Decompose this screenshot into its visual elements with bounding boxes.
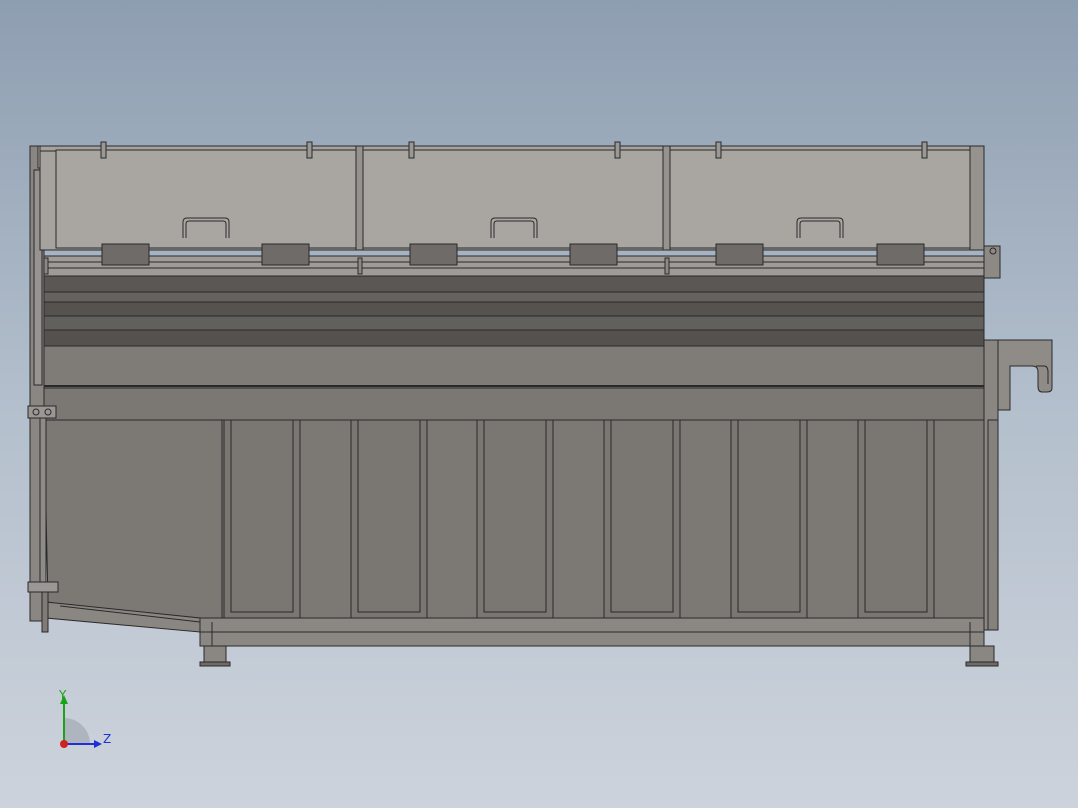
top-rail-band [43, 275, 985, 293]
hinge-block [569, 243, 618, 266]
wall-panel [730, 419, 808, 619]
upper-body-band [43, 345, 985, 389]
x-axis-dot [60, 740, 68, 748]
wall-panel [603, 419, 681, 619]
hinge-block [261, 243, 310, 266]
y-axis-label: Y [59, 688, 67, 702]
hinge-rail [43, 255, 985, 277]
z-axis-label: Z [103, 732, 112, 746]
graphics-viewport[interactable]: Y Z [0, 0, 1078, 808]
latch-bottom [27, 581, 59, 593]
wall-panel [223, 419, 301, 619]
foot-right [969, 645, 995, 663]
lid-panel-1 [55, 149, 357, 249]
z-axis-arrow [94, 740, 102, 748]
latch-top [27, 405, 57, 419]
wall-panel [857, 419, 935, 619]
wall-panel [350, 419, 428, 619]
foot-left [203, 645, 227, 663]
wall-panel [476, 419, 554, 619]
hinge-block [715, 243, 764, 266]
triad-quadrant [64, 718, 90, 744]
lid-panel-3 [669, 149, 971, 249]
hinge-block [409, 243, 458, 266]
container-model[interactable] [0, 0, 1078, 808]
hinge-block [101, 243, 150, 266]
lid-panel-2 [362, 149, 664, 249]
hinge-block [876, 243, 925, 266]
